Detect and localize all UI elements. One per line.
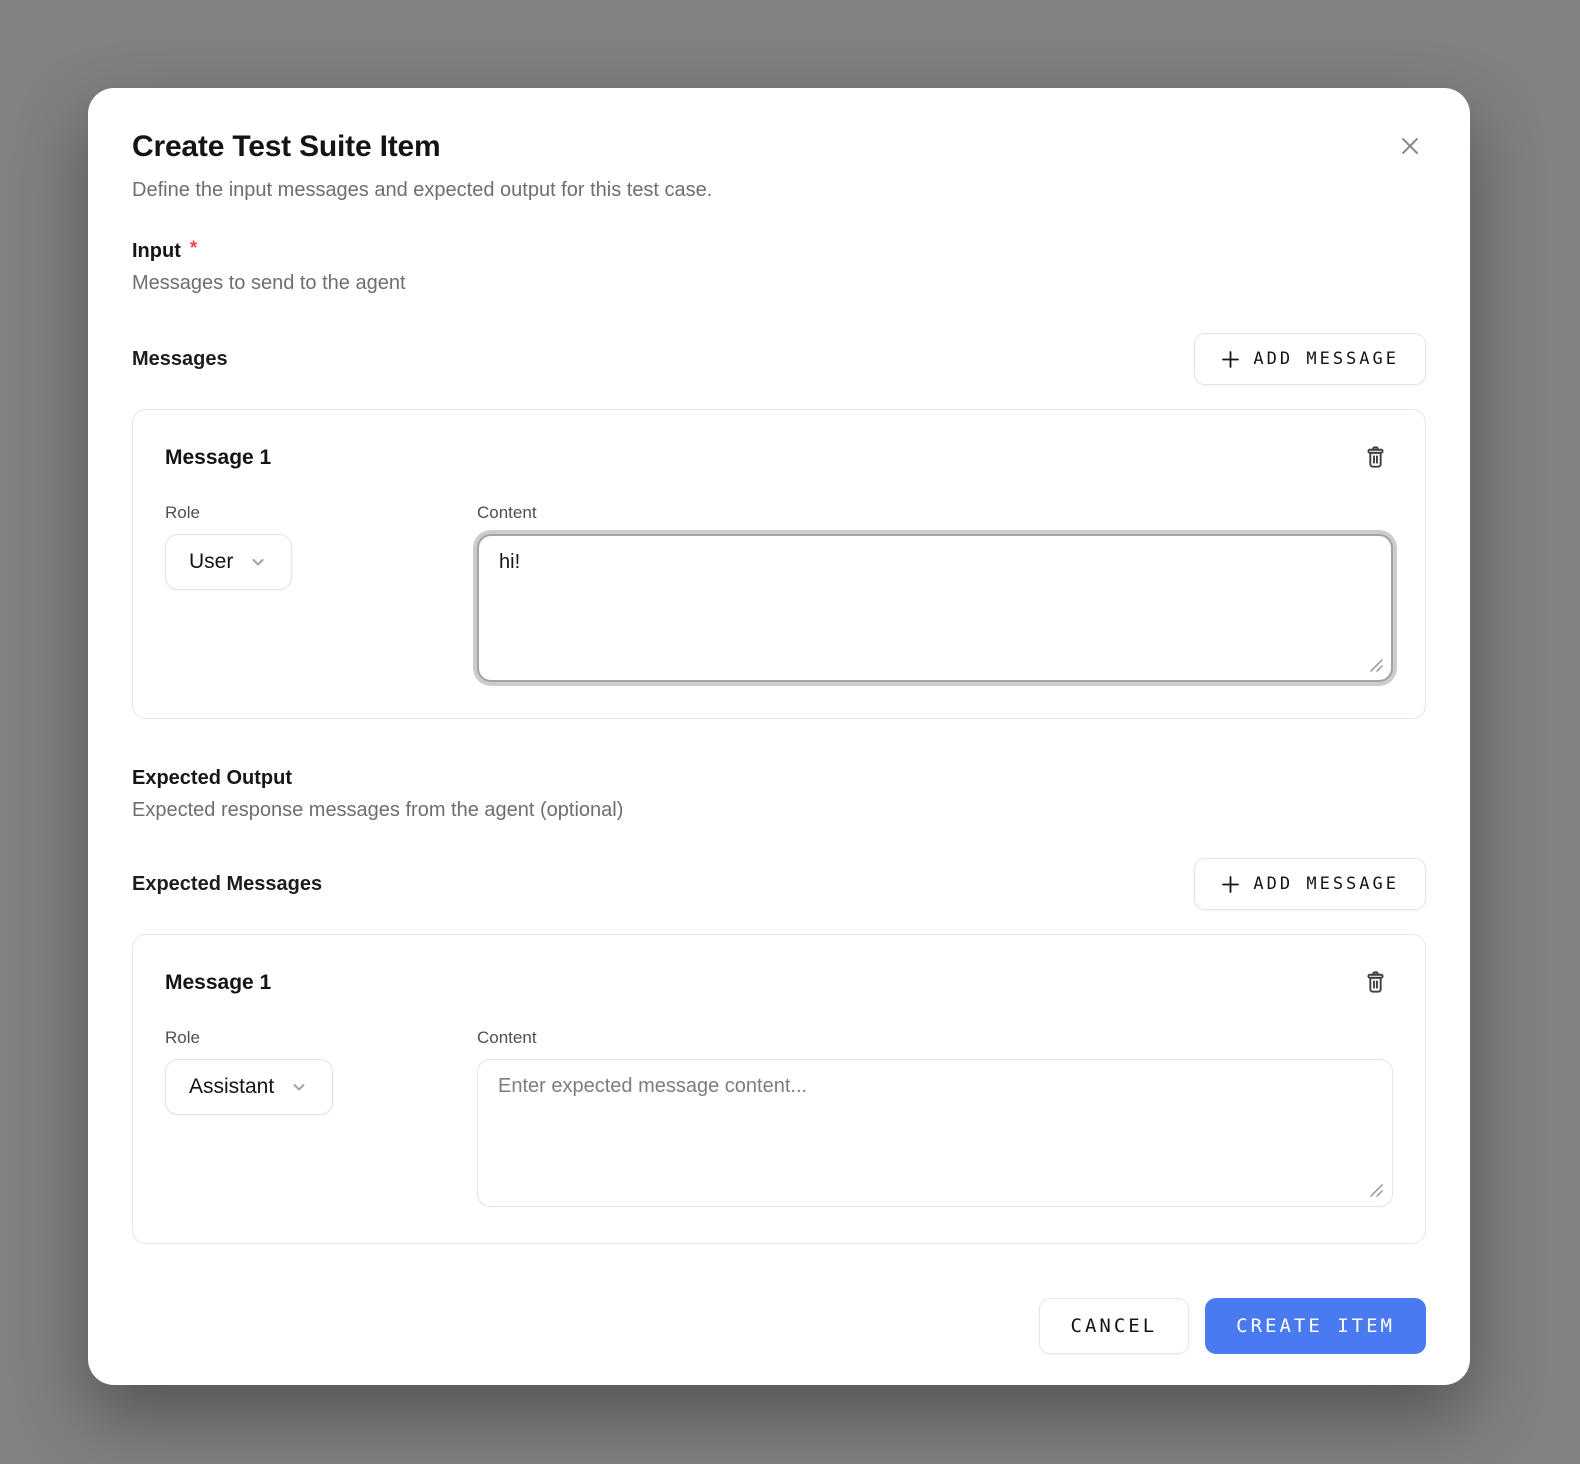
dialog-footer: CANCEL CREATE ITEM: [132, 1298, 1426, 1354]
dialog-subtitle: Define the input messages and expected o…: [132, 179, 1426, 202]
create-item-button[interactable]: CREATE ITEM: [1205, 1298, 1426, 1354]
role-select[interactable]: User: [165, 534, 292, 590]
content-label: Content: [477, 503, 1393, 523]
expected-message-card: Message 1 Role Assistant: [132, 934, 1426, 1244]
plus-icon: [1221, 875, 1240, 894]
role-label: Role: [165, 1028, 477, 1048]
close-icon: [1395, 131, 1425, 161]
role-select-value: Assistant: [189, 1075, 274, 1099]
create-test-suite-item-dialog: Create Test Suite Item Define the input …: [88, 88, 1470, 1385]
add-message-label: ADD MESSAGE: [1253, 874, 1399, 894]
expected-output-label: Expected Output: [132, 767, 1426, 790]
add-message-label: ADD MESSAGE: [1253, 349, 1399, 369]
messages-heading: Messages: [132, 348, 228, 371]
message-card-title: Message 1: [165, 971, 271, 995]
message-card-title: Message 1: [165, 446, 271, 470]
add-expected-message-button[interactable]: ADD MESSAGE: [1194, 858, 1426, 910]
trash-icon: [1362, 444, 1389, 471]
expected-messages-header-row: Expected Messages ADD MESSAGE: [132, 858, 1426, 910]
role-select-value: User: [189, 550, 233, 574]
close-button[interactable]: [1388, 124, 1432, 168]
input-section-label: Input*: [132, 238, 1426, 263]
expected-content-input[interactable]: [477, 1059, 1393, 1207]
role-label: Role: [165, 503, 477, 523]
delete-expected-message-button[interactable]: [1358, 965, 1393, 1000]
expected-messages-heading: Expected Messages: [132, 873, 322, 896]
chevron-down-icon: [289, 1077, 309, 1097]
add-input-message-button[interactable]: ADD MESSAGE: [1194, 333, 1426, 385]
content-label: Content: [477, 1028, 1393, 1048]
chevron-down-icon: [248, 552, 268, 572]
delete-message-button[interactable]: [1358, 440, 1393, 475]
expected-role-select[interactable]: Assistant: [165, 1059, 333, 1115]
input-message-card: Message 1 Role User: [132, 409, 1426, 719]
plus-icon: [1221, 350, 1240, 369]
expected-output-description: Expected response messages from the agen…: [132, 799, 1426, 822]
trash-icon: [1362, 969, 1389, 996]
required-asterisk: *: [190, 238, 197, 259]
content-input[interactable]: hi!: [477, 534, 1393, 682]
cancel-button[interactable]: CANCEL: [1039, 1298, 1190, 1354]
input-section-description: Messages to send to the agent: [132, 272, 1426, 295]
page-title: Create Test Suite Item: [132, 130, 1426, 164]
messages-header-row: Messages ADD MESSAGE: [132, 333, 1426, 385]
